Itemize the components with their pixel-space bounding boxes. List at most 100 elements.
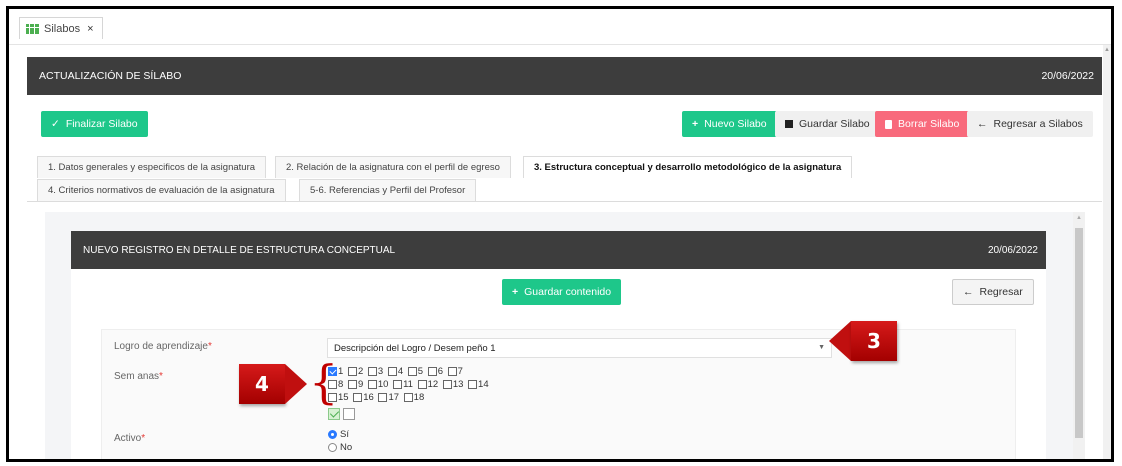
weeks-group: 1 2 3 4 5 6 7 8 9 10 11 12 13 14 15 16 1… <box>328 366 491 420</box>
week-checkbox[interactable]: 18 <box>403 392 424 403</box>
week-checkbox[interactable]: 16 <box>353 392 374 403</box>
week-18-checkbox[interactable] <box>403 393 413 402</box>
check-icon: ✓ <box>51 118 60 130</box>
required-mark: * <box>141 433 146 444</box>
week-16-checkbox[interactable] <box>353 393 363 402</box>
select-all-checkbox[interactable] <box>328 408 340 420</box>
week-3-checkbox[interactable] <box>367 367 377 376</box>
brace-mark: { <box>309 355 339 409</box>
week-13-checkbox[interactable] <box>442 380 452 389</box>
week-checkbox[interactable]: 11 <box>393 379 413 390</box>
semanas-label: Sem anas* <box>114 371 163 382</box>
week-label: 12 <box>427 379 439 390</box>
week-checkbox[interactable]: 4 <box>387 366 403 377</box>
week-4-checkbox[interactable] <box>387 367 397 376</box>
logro-select[interactable]: Descripción del Logro / Desem peño 1 ▼ <box>327 338 832 358</box>
app-frame: Silabos × ▲ ACTUALIZACIÓN DE SÍLABO 20/0… <box>6 6 1114 462</box>
back-to-silabos-button[interactable]: ← Regresar a Silabos <box>967 111 1093 137</box>
tab-section-1[interactable]: 1. Datos generales y especificos de la a… <box>37 156 267 178</box>
logro-label: Logro de aprendizaje* <box>114 341 212 352</box>
callout-3: 3 <box>851 321 897 361</box>
week-label: 13 <box>452 379 464 390</box>
table-icon <box>26 23 39 34</box>
finalize-button[interactable]: ✓ Finalizar Silabo <box>41 111 148 137</box>
scroll-thumb[interactable] <box>1075 228 1083 438</box>
inner-scrollbar[interactable]: ▲ <box>1073 212 1085 459</box>
week-checkbox[interactable]: 2 <box>347 366 364 377</box>
tab-section-4[interactable]: 4. Criterios normativos de evaluación de… <box>37 179 286 201</box>
week-label: 11 <box>403 379 413 390</box>
week-7-checkbox[interactable] <box>447 367 457 376</box>
arrow-left-icon: ← <box>963 286 974 298</box>
activo-label: Activo* <box>114 433 145 444</box>
week-11-checkbox[interactable] <box>393 380 403 389</box>
tab-strip: Silabos × <box>9 9 1111 45</box>
radio-si-input[interactable] <box>328 430 337 439</box>
scroll-up-icon[interactable]: ▲ <box>1076 215 1082 221</box>
inner-card: + Guardar contenido ← Regresar Logro de … <box>71 269 1046 459</box>
inner-header: NUEVO REGISTRO EN DETALLE DE ESTRUCTURA … <box>71 231 1046 269</box>
floppy-icon <box>785 120 793 128</box>
radio-no[interactable]: No <box>328 442 352 453</box>
callout-4-pointer <box>285 364 307 404</box>
page-scrollbar[interactable]: ▲ <box>1103 45 1111 459</box>
tab-section-4-label: 4. Criterios normativos de evaluación de… <box>48 185 275 196</box>
scroll-up-icon[interactable]: ▲ <box>1104 47 1110 53</box>
week-checkbox[interactable]: 6 <box>427 366 443 377</box>
save-silabo-button[interactable]: Guardar Silabo <box>775 111 880 137</box>
plus-icon: + <box>512 286 519 298</box>
page-date: 20/06/2022 <box>1041 70 1094 82</box>
week-label: 6 <box>437 366 443 377</box>
close-icon[interactable]: × <box>87 23 93 35</box>
week-checkbox[interactable]: 7 <box>447 366 463 377</box>
logro-label-text: Logro de aprendizaje <box>114 341 208 352</box>
tab-section-2-label: 2. Relación de la asignatura con el perf… <box>286 162 500 173</box>
tab-silabos[interactable]: Silabos × <box>19 17 103 39</box>
week-14-checkbox[interactable] <box>468 380 478 389</box>
tabs-divider <box>27 201 1102 202</box>
save-label: Guardar Silabo <box>799 118 870 130</box>
activo-label-text: Activo <box>114 433 142 444</box>
weeks-row-1: 1 2 3 4 5 6 7 <box>328 366 491 379</box>
week-checkbox[interactable]: 12 <box>417 379 439 390</box>
week-checkbox[interactable]: 13 <box>442 379 464 390</box>
week-label: 14 <box>478 379 489 390</box>
week-label: 10 <box>377 379 389 390</box>
week-checkbox[interactable]: 5 <box>407 366 423 377</box>
week-label: 2 <box>357 366 364 377</box>
save-content-label: Guardar contenido <box>524 286 612 298</box>
delete-silabo-button[interactable]: Borrar Silabo <box>875 111 970 137</box>
tab-section-2[interactable]: 2. Relación de la asignatura con el perf… <box>275 156 511 178</box>
week-label: 1 <box>338 366 344 377</box>
new-silabo-button[interactable]: + Nuevo Silabo <box>682 111 777 137</box>
back-button[interactable]: ← Regresar <box>952 279 1034 305</box>
week-9-checkbox[interactable] <box>347 380 357 389</box>
radio-no-input[interactable] <box>328 443 337 452</box>
week-label: 17 <box>388 392 400 403</box>
tab-label: Silabos <box>44 22 81 35</box>
tab-section-5-6[interactable]: 5-6. Referencias y Perfil del Profesor <box>299 179 477 201</box>
week-label: 9 <box>357 379 364 390</box>
week-checkbox[interactable]: 10 <box>367 379 389 390</box>
week-17-checkbox[interactable] <box>378 393 388 402</box>
page-header: ACTUALIZACIÓN DE SÍLABO 20/06/2022 <box>27 57 1102 95</box>
week-checkbox[interactable]: 14 <box>468 379 489 390</box>
callout-4: 4 <box>239 364 285 404</box>
inner-title: NUEVO REGISTRO EN DETALLE DE ESTRUCTURA … <box>83 244 396 256</box>
week-checkbox[interactable]: 3 <box>367 366 383 377</box>
week-label: 15 <box>338 392 349 403</box>
week-2-checkbox[interactable] <box>347 367 357 376</box>
week-5-checkbox[interactable] <box>407 367 417 376</box>
week-6-checkbox[interactable] <box>427 367 437 376</box>
inner-panel: ▲ NUEVO REGISTRO EN DETALLE DE ESTRUCTUR… <box>45 212 1085 459</box>
week-12-checkbox[interactable] <box>417 380 427 389</box>
week-checkbox[interactable]: 9 <box>347 379 364 390</box>
radio-si[interactable]: Sí <box>328 429 349 440</box>
save-content-button[interactable]: + Guardar contenido <box>502 279 622 305</box>
logro-select-value: Descripción del Logro / Desem peño 1 <box>334 342 496 354</box>
week-checkbox[interactable]: 17 <box>378 392 399 403</box>
radio-no-label: No <box>340 442 353 453</box>
week-10-checkbox[interactable] <box>367 380 377 389</box>
clear-all-checkbox[interactable] <box>343 408 355 420</box>
tab-section-3[interactable]: 3. Estructura conceptual y desarrollo me… <box>523 156 853 178</box>
